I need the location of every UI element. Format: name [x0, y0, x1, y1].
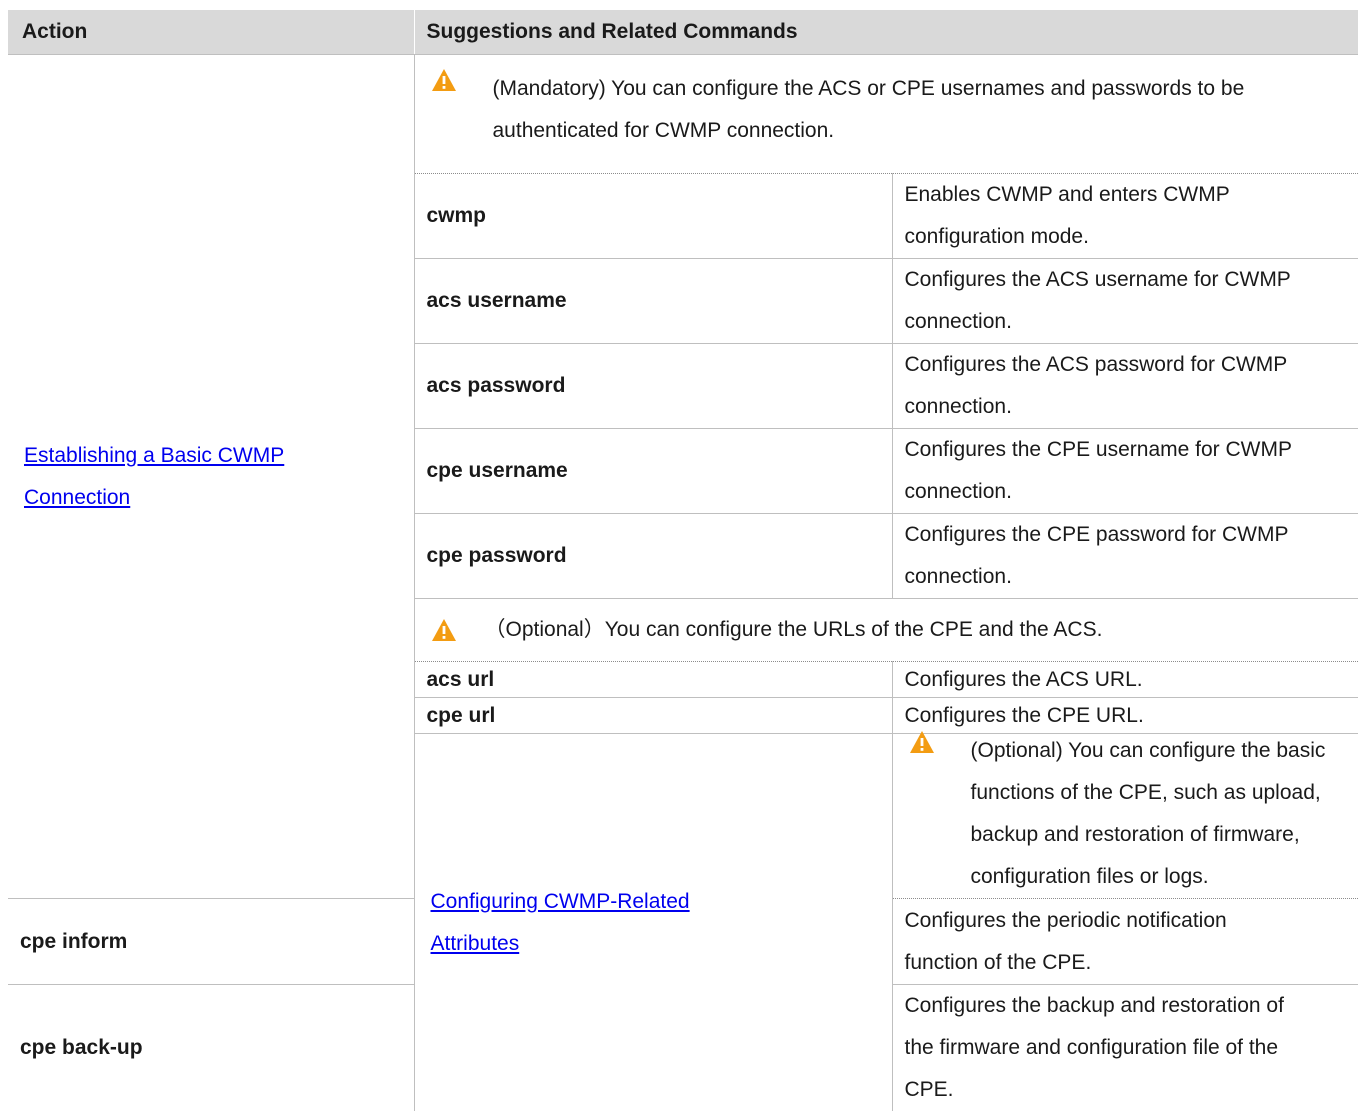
description-cell: Configures the ACS username for CWMP conn…: [892, 259, 1358, 344]
description-line: connection.: [905, 310, 1012, 333]
warning-icon: [909, 730, 935, 754]
description-line: Enables CWMP and enters CWMP: [905, 183, 1230, 206]
description-cell: Configures the CPE username for CWMP conn…: [892, 429, 1358, 514]
action-link-configuring[interactable]: Configuring CWMP-Related Attributes: [431, 890, 690, 955]
note-text: （Optional）You can configure the URLs of …: [485, 609, 1103, 651]
command-cell: acs url: [414, 662, 892, 698]
description-cell: Configures the ACS URL.: [892, 662, 1358, 698]
description-line: connection.: [905, 395, 1012, 418]
action-link-line: Connection: [24, 486, 130, 509]
note-cell: （Optional）You can configure the URLs of …: [414, 599, 1358, 662]
note-cell: (Mandatory) You can configure the ACS or…: [414, 55, 1358, 174]
warning-icon: [431, 68, 457, 92]
description-cell: Enables CWMP and enters CWMP configuratio…: [892, 174, 1358, 259]
command-cell: cwmp: [414, 174, 892, 259]
description-line: Configures the ACS password for CWMP: [905, 353, 1288, 376]
command-cell: cpe password: [414, 514, 892, 599]
description-line: Configures the CPE username for CWMP: [905, 438, 1292, 461]
table-header-row: Action Suggestions and Related Commands: [8, 10, 1358, 55]
description-line: configuration mode.: [905, 225, 1089, 248]
action-link-line: Establishing a Basic CWMP: [24, 444, 284, 467]
action-cell-1: Establishing a Basic CWMP Connection: [8, 55, 414, 899]
description-line: CPE.: [905, 1078, 954, 1101]
note-line: authenticated for CWMP connection.: [493, 119, 835, 142]
description-line: connection.: [905, 480, 1012, 503]
command-table: Action Suggestions and Related Commands …: [8, 10, 1358, 1111]
action-link-establishing[interactable]: Establishing a Basic CWMP Connection: [24, 444, 284, 509]
note-line: (Optional) You can configure the basic f…: [971, 739, 1326, 804]
description-cell: Configures the CPE password for CWMP conn…: [892, 514, 1358, 599]
action-link-line: Attributes: [431, 932, 520, 955]
header-suggestions: Suggestions and Related Commands: [414, 10, 1358, 55]
action-cell-2: Configuring CWMP-Related Attributes: [414, 734, 892, 1111]
note-text: (Mandatory) You can configure the ACS or…: [493, 68, 1245, 152]
description-line: Configures the ACS username for CWMP: [905, 268, 1291, 291]
section-1-note-row: Establishing a Basic CWMP Connection (Ma…: [8, 55, 1358, 174]
description-line: the firmware and configuration file of t…: [905, 1036, 1279, 1059]
command-cell: cpe url: [414, 698, 892, 734]
note-cell: (Optional) You can configure the basic f…: [892, 734, 1358, 899]
command-cell: cpe inform: [8, 899, 414, 985]
command-cell: acs password: [414, 344, 892, 429]
description-cell: Configures the ACS password for CWMP conn…: [892, 344, 1358, 429]
command-cell: cpe back-up: [8, 985, 414, 1111]
command-cell: acs username: [414, 259, 892, 344]
action-link-line: Configuring CWMP-Related: [431, 890, 690, 913]
description-line: Configures the periodic notification: [905, 909, 1227, 932]
note-text: (Optional) You can configure the basic f…: [971, 730, 1351, 898]
description-cell: Configures the CPE URL.: [892, 698, 1358, 734]
description-line: Configures the CPE password for CWMP: [905, 523, 1289, 546]
header-action: Action: [8, 10, 414, 55]
description-cell: Configures the backup and restoration of…: [892, 985, 1358, 1111]
description-line: function of the CPE.: [905, 951, 1092, 974]
note-line: backup and restoration of firmware, conf…: [971, 823, 1300, 888]
description-line: Configures the backup and restoration of: [905, 994, 1284, 1017]
description-line: connection.: [905, 565, 1012, 588]
description-cell: Configures the periodic notification func…: [892, 899, 1358, 985]
command-cell: cpe username: [414, 429, 892, 514]
warning-icon: [431, 618, 457, 642]
note-line: (Mandatory) You can configure the ACS or…: [493, 77, 1245, 100]
